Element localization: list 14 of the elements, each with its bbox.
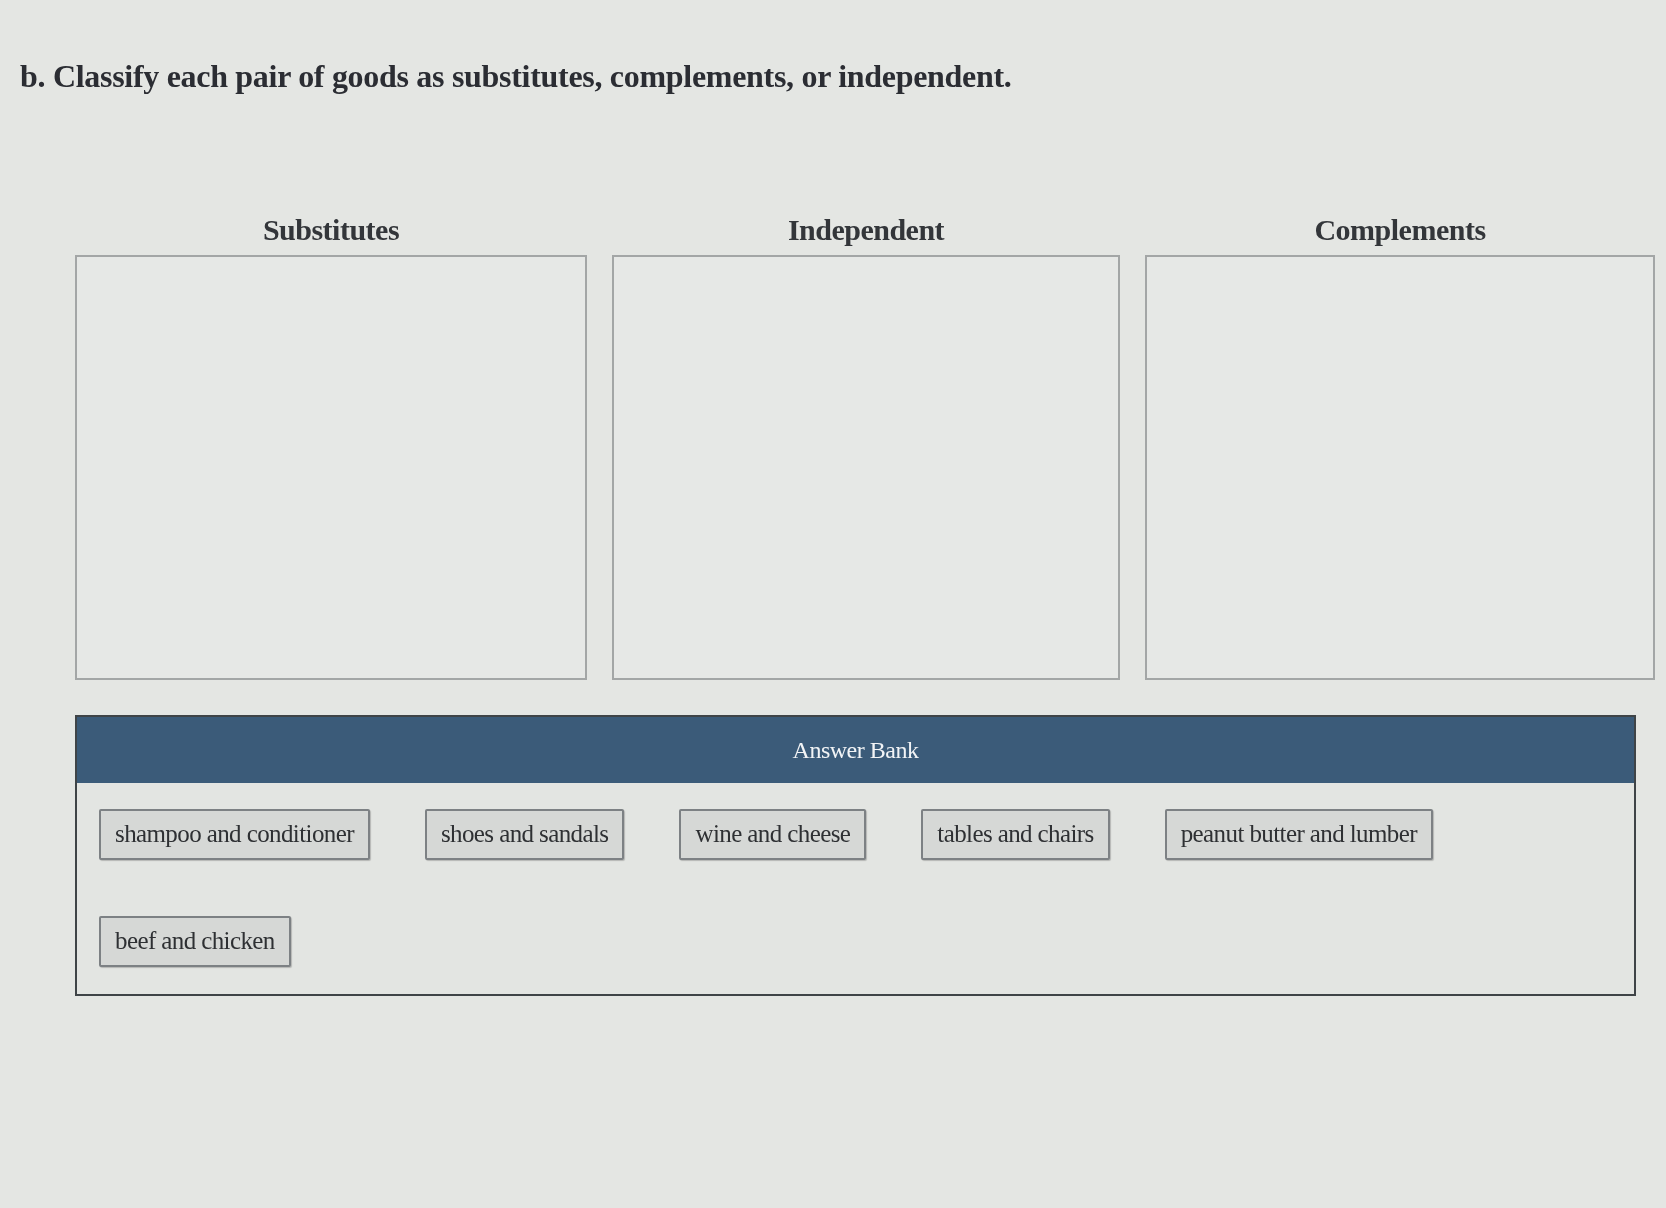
drop-zone[interactable]	[75, 255, 587, 680]
answer-tile[interactable]: shoes and sandals	[424, 809, 625, 860]
answer-tile[interactable]: peanut butter and lumber	[1164, 809, 1433, 860]
answer-tile[interactable]: tables and chairs	[921, 809, 1110, 860]
drop-zone[interactable]	[612, 255, 1120, 680]
answer-bank-title: Answer Bank	[792, 736, 919, 764]
answer-tile[interactable]: wine and cheese	[679, 809, 867, 860]
category-heading: Complements	[1314, 213, 1486, 247]
answer-tile[interactable]: beef and chicken	[99, 916, 291, 967]
answer-tile[interactable]: shampoo and conditioner	[99, 809, 370, 860]
category-heading: Independent	[787, 213, 945, 247]
question-text: b. Classify each pair of goods as substitutes, complements, or independent.	[20, 58, 1013, 95]
drop-zone[interactable]	[1145, 255, 1655, 680]
category-heading: Substitutes	[262, 213, 400, 247]
